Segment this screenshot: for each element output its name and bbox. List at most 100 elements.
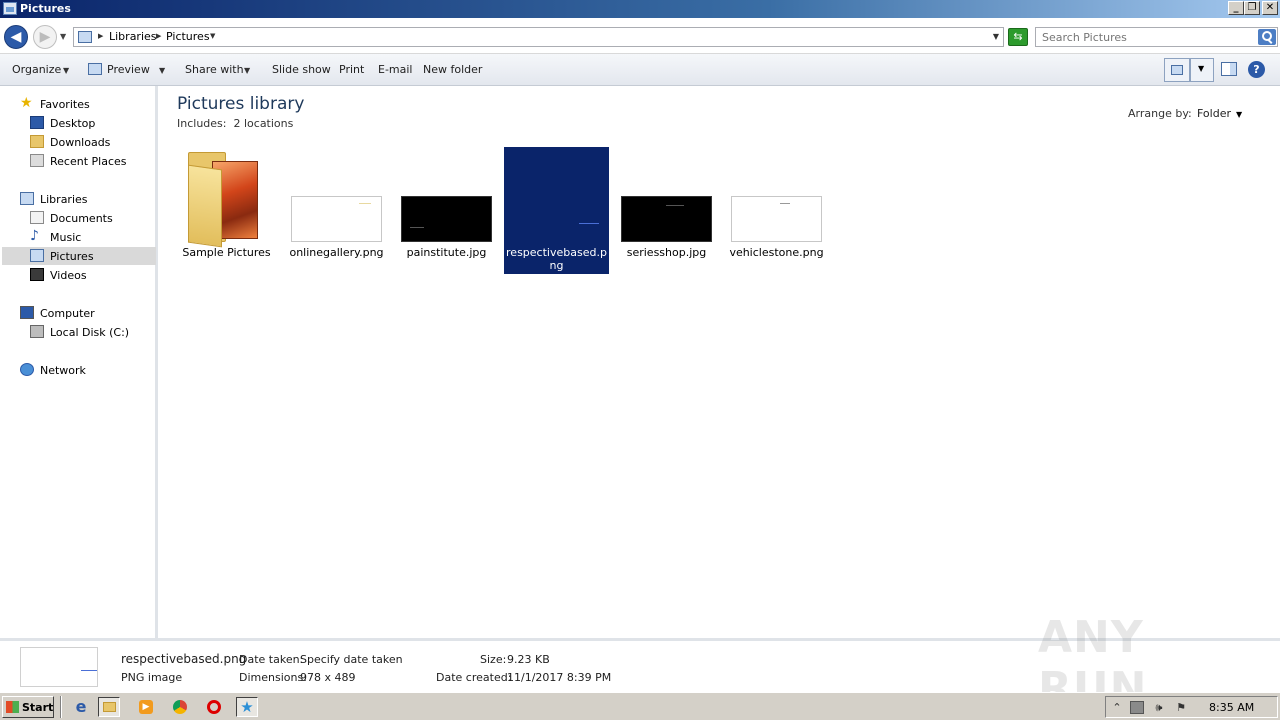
nav-item-downloads[interactable]: Downloads: [2, 133, 156, 151]
recent-pages-dropdown[interactable]: ▼: [60, 32, 66, 41]
address-bar[interactable]: ▶ Libraries ▶ Pictures ▼ ▼: [73, 27, 1004, 47]
chrome-icon[interactable]: [170, 697, 192, 717]
help-icon[interactable]: ?: [1248, 61, 1265, 78]
chrome-logo-icon: [173, 700, 187, 714]
recent-places-icon: [30, 154, 44, 167]
search-input[interactable]: [1036, 28, 1256, 46]
change-view-button[interactable]: [1164, 58, 1190, 82]
forward-button[interactable]: ▶: [33, 25, 57, 49]
file-name: onlinegallery.png: [289, 246, 384, 259]
details-type: PNG image: [121, 671, 183, 684]
preview-button[interactable]: Preview: [107, 63, 150, 76]
taskbar-divider: [60, 696, 62, 718]
clock[interactable]: 8:35 AM: [1209, 701, 1254, 714]
breadcrumb-arrow-icon[interactable]: ▶: [98, 32, 103, 40]
action-center-flag-icon[interactable]: ⚑: [1174, 701, 1188, 714]
nav-label: Libraries: [40, 193, 88, 206]
folder-item[interactable]: Sample Pictures: [174, 147, 279, 274]
forward-arrow-icon: ▶: [39, 29, 51, 45]
pictures-icon: [30, 249, 44, 262]
libraries-icon: [20, 192, 34, 205]
refresh-button[interactable]: ⇆: [1008, 28, 1028, 46]
thumbnail-mark: [579, 223, 599, 224]
start-button[interactable]: Start: [2, 696, 54, 718]
nav-item-desktop[interactable]: Desktop: [2, 114, 156, 132]
nav-item-libraries[interactable]: Libraries: [2, 190, 156, 208]
nav-item-favorites[interactable]: ★ Favorites: [2, 95, 156, 113]
nav-item-local-disk[interactable]: Local Disk (C:): [2, 323, 156, 341]
locations-link[interactable]: 2 locations: [233, 117, 293, 130]
nav-item-pictures[interactable]: Pictures: [2, 247, 156, 265]
date-taken-field[interactable]: Specify date taken: [300, 653, 403, 666]
nav-item-documents[interactable]: Documents: [2, 209, 156, 227]
thumbnail-mark: [780, 203, 790, 204]
file-name: seriesshop.jpg: [626, 246, 707, 259]
opera-icon[interactable]: [204, 697, 226, 717]
organize-button[interactable]: Organize: [12, 63, 61, 76]
network-tray-icon[interactable]: [1130, 701, 1144, 714]
maximize-button[interactable]: ❐: [1244, 1, 1260, 15]
hard-drive-icon: [30, 325, 44, 338]
network-icon: [20, 363, 34, 376]
chevron-down-icon[interactable]: ▼: [244, 66, 250, 75]
chevron-down-icon[interactable]: ▼: [63, 66, 69, 75]
downloads-folder-icon: [30, 135, 44, 148]
file-item[interactable]: painstitute.jpg: [394, 147, 499, 274]
share-with-button[interactable]: Share with: [185, 63, 244, 76]
nav-item-music[interactable]: ♪ Music: [2, 228, 156, 246]
breadcrumb-pictures[interactable]: Pictures: [166, 30, 210, 43]
file-item[interactable]: vehiclestone.png: [724, 147, 829, 274]
nav-label: Music: [50, 231, 82, 244]
file-name: Sample Pictures: [182, 246, 271, 259]
close-button[interactable]: ✕: [1262, 1, 1278, 15]
search-box[interactable]: [1035, 27, 1278, 47]
volume-icon[interactable]: 🕪: [1152, 701, 1166, 714]
new-folder-button[interactable]: New folder: [423, 63, 482, 76]
image-thumbnail: [504, 147, 609, 247]
opera-logo-icon: [207, 700, 221, 714]
print-button[interactable]: Print: [339, 63, 364, 76]
pinned-app-icon[interactable]: ★: [236, 697, 258, 717]
folder-front-icon: [188, 164, 222, 248]
media-player-icon[interactable]: ▶: [136, 697, 158, 717]
internet-explorer-icon[interactable]: e: [70, 697, 92, 717]
size-label: Size:: [480, 653, 507, 666]
nav-label: Local Disk (C:): [50, 326, 130, 339]
explorer-taskbar-button[interactable]: [98, 697, 120, 717]
email-button[interactable]: E-mail: [378, 63, 413, 76]
nav-item-computer[interactable]: Computer: [2, 304, 156, 322]
film-icon: [30, 268, 44, 281]
file-name: respectivebased.png: [506, 246, 607, 272]
address-row: ◀ ▶ ▼ ▶ Libraries ▶ Pictures ▼ ▼ ⇆: [0, 18, 1280, 54]
arrange-by-dropdown[interactable]: Folder: [1197, 107, 1231, 120]
chevron-down-icon[interactable]: ▼: [1236, 110, 1242, 119]
search-icon[interactable]: [1258, 29, 1276, 45]
preview-pane-button[interactable]: [1221, 62, 1237, 76]
breadcrumb-arrow-icon[interactable]: ▼: [210, 32, 215, 40]
nav-label: Computer: [40, 307, 95, 320]
file-item-selected[interactable]: respectivebased.png: [504, 147, 609, 274]
file-name: painstitute.jpg: [406, 246, 487, 259]
date-created-value: 11/1/2017 8:39 PM: [507, 671, 612, 684]
play-icon: ▶: [139, 700, 153, 714]
nav-item-network[interactable]: Network: [2, 361, 156, 379]
show-hidden-icons-icon[interactable]: ⌃: [1110, 701, 1124, 714]
thumbnail-mark: [359, 203, 371, 204]
view-options-button[interactable]: ▼: [1190, 58, 1214, 82]
chevron-down-icon[interactable]: ▼: [159, 66, 165, 75]
star-icon: ★: [20, 95, 33, 111]
start-label: Start: [22, 701, 54, 714]
file-item[interactable]: onlinegallery.png: [284, 147, 389, 274]
nav-item-recent-places[interactable]: Recent Places: [2, 152, 156, 170]
breadcrumb-libraries[interactable]: Libraries: [109, 30, 157, 43]
image-thumbnail: [731, 196, 822, 242]
breadcrumb-arrow-icon[interactable]: ▶: [156, 32, 161, 40]
file-item[interactable]: seriesshop.jpg: [614, 147, 719, 274]
address-dropdown-icon[interactable]: ▼: [993, 32, 999, 41]
back-button[interactable]: ◀: [4, 25, 28, 49]
navigation-pane: ★ Favorites Desktop Downloads Recent Pla…: [0, 86, 158, 638]
minimize-button[interactable]: _: [1228, 1, 1244, 15]
slide-show-button[interactable]: Slide show: [272, 63, 331, 76]
includes-label: Includes:: [177, 117, 227, 130]
nav-item-videos[interactable]: Videos: [2, 266, 156, 284]
